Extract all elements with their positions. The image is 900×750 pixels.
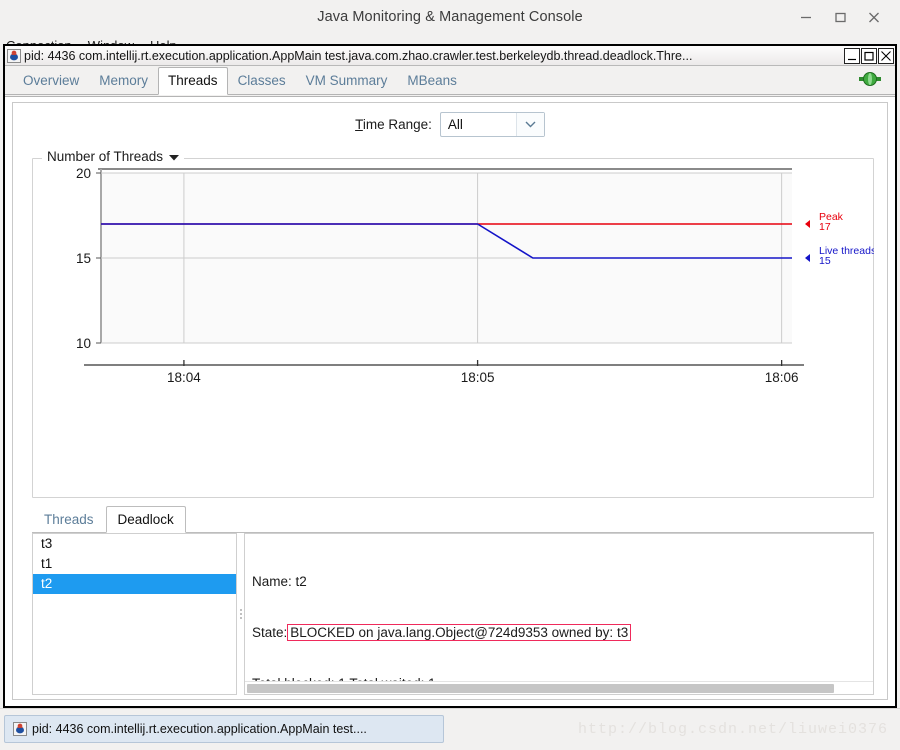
detail-state-prefix: State: bbox=[252, 625, 288, 640]
status-task-label: pid: 4436 com.intellij.rt.execution.appl… bbox=[32, 722, 367, 736]
legend-marker-live-threads bbox=[805, 254, 810, 262]
number-of-threads-group: Number of Threads 10 15 20 18:04 18:05 18:06 P… bbox=[32, 149, 876, 498]
internal-frame: pid: 4436 com.intellij.rt.execution.appl… bbox=[3, 44, 897, 708]
time-range-label: Time Range: bbox=[355, 116, 432, 132]
internal-frame-titlebar: pid: 4436 com.intellij.rt.execution.appl… bbox=[5, 46, 895, 66]
x-tick-label: 18:06 bbox=[765, 370, 799, 385]
horizontal-scrollbar-thumb[interactable] bbox=[247, 684, 834, 693]
tab-threads[interactable]: Threads bbox=[158, 67, 228, 95]
tab-threads-list[interactable]: Threads bbox=[32, 506, 106, 533]
split-grip-icon bbox=[239, 603, 242, 625]
y-tick-label: 15 bbox=[76, 251, 91, 266]
time-range-row: Time Range: All bbox=[13, 103, 887, 145]
chevron-down-icon[interactable] bbox=[515, 112, 544, 136]
legend-value-live-threads: 15 bbox=[819, 255, 831, 267]
deadlock-split-pane: t3 t1 t2 Name: t2 State: BLOCKED on java.… bbox=[32, 533, 874, 695]
threads-chart: 10 15 20 18:04 18:05 18:06 Peak 17 Live threads 1… bbox=[32, 158, 876, 498]
x-tick-label: 18:05 bbox=[461, 370, 495, 385]
java-duke-icon bbox=[7, 48, 21, 63]
close-icon[interactable] bbox=[866, 9, 882, 25]
internal-minimize-icon[interactable] bbox=[844, 47, 860, 64]
list-item[interactable]: t2 bbox=[33, 574, 236, 594]
maximize-icon[interactable] bbox=[832, 9, 848, 25]
list-item[interactable]: t1 bbox=[33, 554, 236, 574]
split-pane-divider[interactable] bbox=[237, 533, 244, 695]
thread-detail-text: Name: t2 State: BLOCKED on java.lang.Obje… bbox=[252, 539, 873, 694]
deadlock-thread-list[interactable]: t3 t1 t2 bbox=[32, 533, 237, 695]
tab-deadlock[interactable]: Deadlock bbox=[105, 506, 186, 533]
window-title: Java Monitoring & Management Console bbox=[317, 9, 583, 25]
watermark-text: http://blog.csdn.net/liuwei0376 bbox=[577, 721, 888, 738]
detail-name-line: Name: t2 bbox=[252, 574, 307, 589]
x-tick-label: 18:04 bbox=[167, 370, 201, 385]
status-badge: BLOCKED on java.lang.Object@724d9353 own… bbox=[287, 624, 632, 641]
tab-classes[interactable]: Classes bbox=[228, 67, 296, 95]
window-titlebar: Java Monitoring & Management Console bbox=[0, 0, 900, 34]
threads-panel-inner: Time Range: All Number of Threads 10 15 … bbox=[12, 102, 888, 700]
time-range-value: All bbox=[447, 116, 463, 132]
bottom-tab-strip: Threads Deadlock bbox=[32, 506, 874, 533]
tab-vm-summary[interactable]: VM Summary bbox=[296, 67, 398, 95]
y-tick-label: 20 bbox=[76, 166, 91, 181]
java-duke-icon bbox=[13, 722, 27, 736]
horizontal-scrollbar[interactable] bbox=[245, 681, 873, 694]
time-range-select[interactable]: All bbox=[439, 111, 545, 137]
minimize-icon[interactable] bbox=[798, 9, 814, 25]
main-tab-strip: Overview Memory Threads Classes VM Summa… bbox=[5, 66, 895, 95]
threads-panel: Time Range: All Number of Threads 10 15 … bbox=[5, 96, 895, 706]
status-bar: pid: 4436 com.intellij.rt.execution.appl… bbox=[0, 708, 900, 750]
chart-svg: 10152018:04 18:05 18:06Peak17Live threads1… bbox=[76, 166, 876, 385]
internal-close-icon[interactable] bbox=[878, 47, 894, 64]
list-item[interactable]: t3 bbox=[33, 534, 236, 554]
thread-detail-panel: Name: t2 State: BLOCKED on java.lang.Obje… bbox=[244, 533, 874, 695]
detail-state-line: State: BLOCKED on java.lang.Object@724d93… bbox=[252, 624, 873, 641]
internal-restore-icon[interactable] bbox=[861, 47, 877, 64]
internal-frame-buttons bbox=[843, 47, 894, 64]
chevron-down-icon[interactable] bbox=[169, 149, 180, 164]
number-of-threads-title-row[interactable]: Number of Threads bbox=[42, 149, 185, 164]
window-controls bbox=[798, 0, 892, 34]
legend-value-peak: 17 bbox=[819, 221, 831, 233]
legend-marker-peak bbox=[805, 220, 810, 228]
green-plug-icon bbox=[859, 71, 881, 87]
tab-overview[interactable]: Overview bbox=[13, 67, 89, 95]
status-task-button[interactable]: pid: 4436 com.intellij.rt.execution.appl… bbox=[4, 715, 444, 743]
tab-mbeans[interactable]: MBeans bbox=[397, 67, 467, 95]
number-of-threads-title: Number of Threads bbox=[47, 149, 164, 164]
y-tick-label: 10 bbox=[76, 336, 91, 351]
internal-frame-title: pid: 4436 com.intellij.rt.execution.appl… bbox=[24, 48, 693, 63]
tab-memory[interactable]: Memory bbox=[89, 67, 158, 95]
